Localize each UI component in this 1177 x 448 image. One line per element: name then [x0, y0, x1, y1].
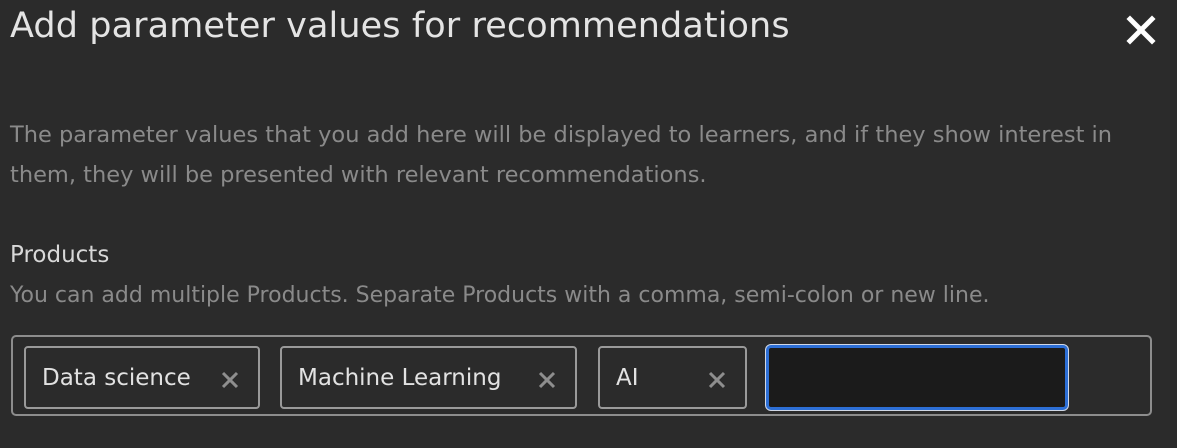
products-label: Products — [10, 242, 110, 268]
products-input[interactable] — [766, 345, 1068, 410]
tag-machine-learning: Machine Learning — [280, 346, 577, 409]
products-tag-input-box[interactable]: Data science Machine Learning AI — [11, 335, 1152, 416]
tag-data-science: Data science — [24, 346, 260, 409]
tag-ai: AI — [598, 346, 747, 409]
tag-remove-icon[interactable] — [708, 369, 726, 388]
tag-label: Data science — [42, 364, 191, 391]
tag-remove-icon[interactable] — [538, 369, 556, 388]
products-hint: You can add multiple Products. Separate … — [10, 283, 990, 308]
tag-label: Machine Learning — [298, 364, 502, 391]
close-button[interactable] — [1123, 12, 1159, 48]
tag-remove-icon[interactable] — [221, 369, 239, 388]
parameter-values-dialog: Add parameter values for recommendations… — [0, 0, 1177, 448]
tag-label: AI — [616, 364, 639, 391]
dialog-title: Add parameter values for recommendations — [10, 6, 790, 46]
dialog-description: The parameter values that you add here w… — [10, 122, 1113, 188]
close-icon — [1126, 15, 1156, 45]
